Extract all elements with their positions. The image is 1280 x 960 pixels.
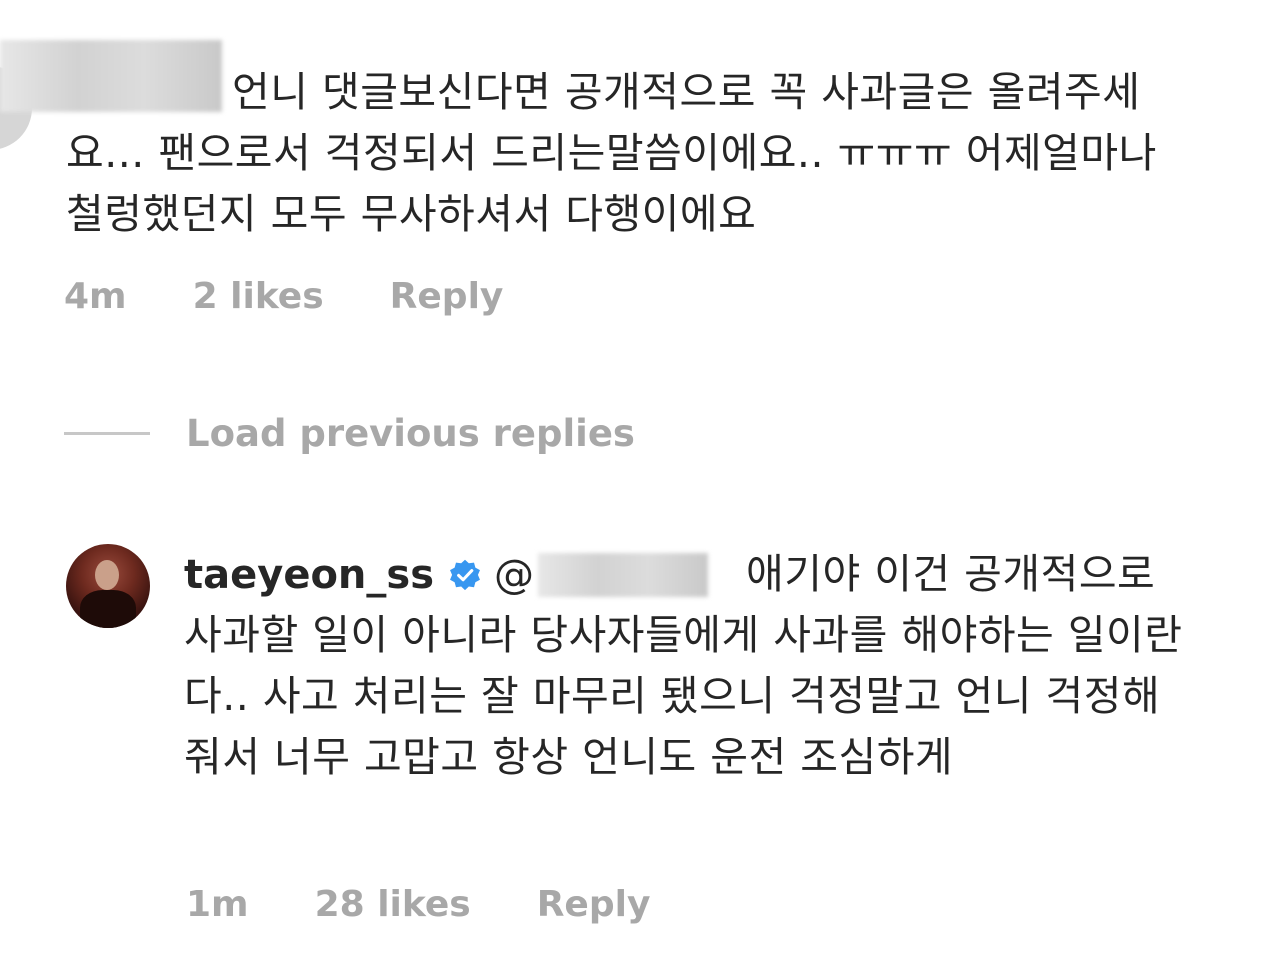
avatar[interactable]	[66, 544, 150, 628]
load-previous-replies-row[interactable]: Load previous replies	[64, 412, 635, 455]
comment-meta: 4m 2 likes Reply	[64, 276, 503, 317]
reply-text: 애기야 이건 공개적으로 사과할 일이 아니라 당사자들에게 사과를 해야하는 …	[184, 550, 1183, 781]
reply-meta: 1m 28 likes Reply	[186, 884, 650, 925]
load-previous-replies-button[interactable]: Load previous replies	[186, 412, 635, 455]
comment-time: 4m	[64, 276, 127, 317]
comments-panel: 언니 댓글보신다면 공개적으로 꼭 사과글은 올려주세요... 팬으로서 걱정되…	[0, 0, 1280, 960]
thread-divider-line	[64, 432, 150, 435]
reply-button[interactable]: Reply	[390, 276, 504, 317]
likes-count-link[interactable]: 2 likes	[193, 276, 324, 317]
likes-count-link[interactable]: 28 likes	[315, 884, 471, 925]
comment-text: 언니 댓글보신다면 공개적으로 꼭 사과글은 올려주세요... 팬으로서 걱정되…	[66, 68, 1157, 238]
reply-time: 1m	[186, 884, 249, 925]
reply-button[interactable]: Reply	[537, 884, 651, 925]
